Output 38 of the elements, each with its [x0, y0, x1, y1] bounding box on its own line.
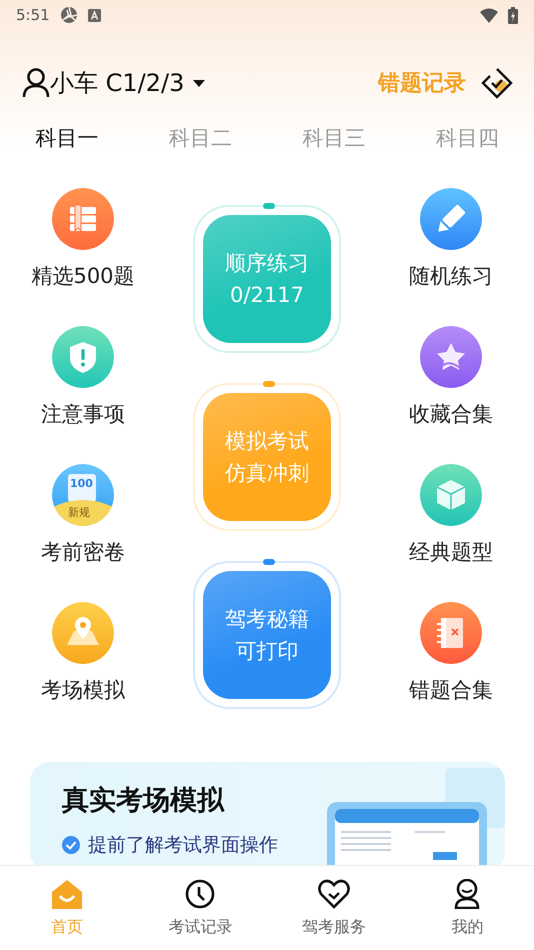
profile-icon [454, 878, 480, 908]
heart-check-icon [318, 878, 350, 908]
practice-card[interactable]: 驾考秘籍 可打印 [203, 571, 331, 699]
feature-label[interactable]: 错题合集 [409, 676, 493, 704]
nav-tab[interactable]: 我的 [400, 866, 534, 950]
feature-label[interactable]: 考场模拟 [41, 676, 125, 704]
feature-label[interactable]: 经典题型 [409, 538, 493, 566]
license-type-selector[interactable]: 小车 C1/2/3 [50, 67, 206, 99]
nav-tab[interactable]: 驾考服务 [267, 866, 400, 950]
diamond-check-icon [480, 66, 514, 100]
feature-label[interactable]: 考前密卷 [41, 538, 125, 566]
wifi-icon [480, 8, 498, 22]
clock-icon [185, 878, 216, 908]
feature-label[interactable]: 收藏合集 [409, 400, 493, 428]
caret-icon [192, 78, 206, 88]
banner-title: 真实考场模拟 [62, 784, 226, 818]
score-text: 100 [70, 477, 93, 490]
banner-point: 提前了解考试界面操作 [88, 833, 278, 858]
pencil-icon[interactable] [420, 188, 482, 250]
check-icon [62, 836, 80, 854]
status-time: 5:51 [16, 6, 50, 24]
battery-icon [508, 6, 518, 24]
subject-tab[interactable]: 科目一 [35, 120, 98, 156]
feature-label[interactable]: 注意事项 [41, 400, 125, 428]
aperture-icon [60, 6, 78, 24]
nav-tab[interactable]: 考试记录 [134, 866, 267, 950]
user-icon[interactable] [22, 68, 50, 98]
shield-icon[interactable] [52, 326, 114, 388]
cube-icon[interactable] [420, 464, 482, 526]
books-icon[interactable] [52, 188, 114, 250]
feature-label[interactable]: 精选500题 [31, 262, 135, 290]
new-rules-label: 新规 [68, 505, 90, 520]
paper-icon[interactable] [52, 464, 114, 526]
notebook-icon[interactable] [420, 602, 482, 664]
map-pin-icon[interactable] [52, 602, 114, 664]
home-icon [50, 878, 83, 908]
app-icon [88, 8, 101, 22]
feature-label[interactable]: 随机练习 [409, 262, 493, 290]
